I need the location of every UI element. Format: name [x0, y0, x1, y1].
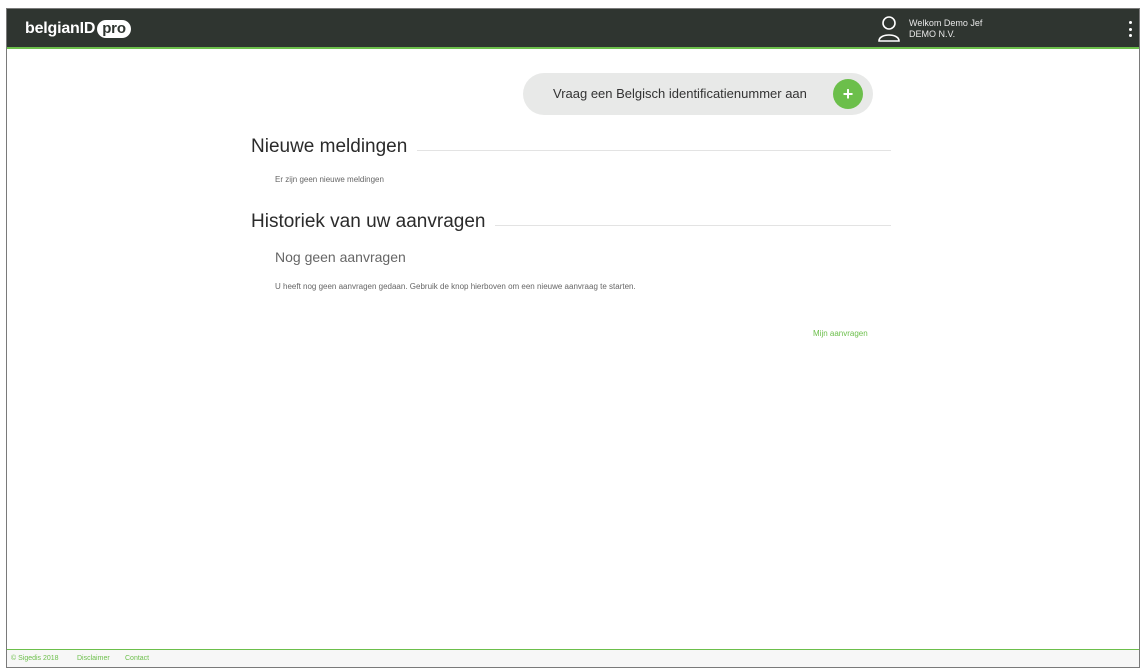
top-navigation-bar: belgianID pro Welkom Demo Jef DEMO N.V. — [7, 9, 1139, 49]
belgianid-pro-logo[interactable]: belgianID pro — [25, 19, 131, 39]
kebab-dot — [1128, 27, 1132, 31]
kebab-dot — [1128, 21, 1132, 24]
plus-icon[interactable]: + — [833, 79, 863, 109]
footer: © Sigedis 2018 Disclaimer Contact — [7, 649, 1139, 667]
kebab-dot — [1128, 34, 1132, 37]
request-id-number-label: Vraag een Belgisch identificatienummer a… — [553, 86, 807, 101]
logo-text: belgianID — [25, 20, 96, 37]
notifications-title: Nieuwe meldingen — [251, 136, 418, 158]
logo-pro-badge: pro — [97, 20, 131, 38]
my-requests-link[interactable]: Mijn aanvragen — [813, 329, 868, 338]
request-id-number-button[interactable]: Vraag een Belgisch identificatienummer a… — [523, 73, 873, 115]
history-subheading: Nog geen aanvragen — [275, 249, 406, 265]
kebab-menu-icon[interactable] — [1127, 21, 1133, 37]
app-window: belgianID pro Welkom Demo Jef DEMO N.V. … — [6, 8, 1140, 668]
disclaimer-link[interactable]: Disclaimer — [77, 655, 110, 662]
contact-link[interactable]: Contact — [125, 655, 149, 662]
notifications-empty-text: Er zijn geen nieuwe meldingen — [275, 175, 384, 184]
copyright-text: © Sigedis 2018 — [11, 655, 59, 662]
user-icon — [878, 16, 900, 42]
company-name: DEMO N.V. — [909, 29, 956, 39]
welcome-text: Welkom Demo Jef — [909, 18, 983, 28]
user-info: Welkom Demo Jef DEMO N.V. — [909, 18, 982, 40]
history-title: Historiek van uw aanvragen — [251, 211, 496, 233]
history-description: U heeft nog geen aanvragen gedaan. Gebru… — [275, 282, 636, 291]
user-account-area[interactable]: Welkom Demo Jef DEMO N.V. — [877, 15, 982, 43]
